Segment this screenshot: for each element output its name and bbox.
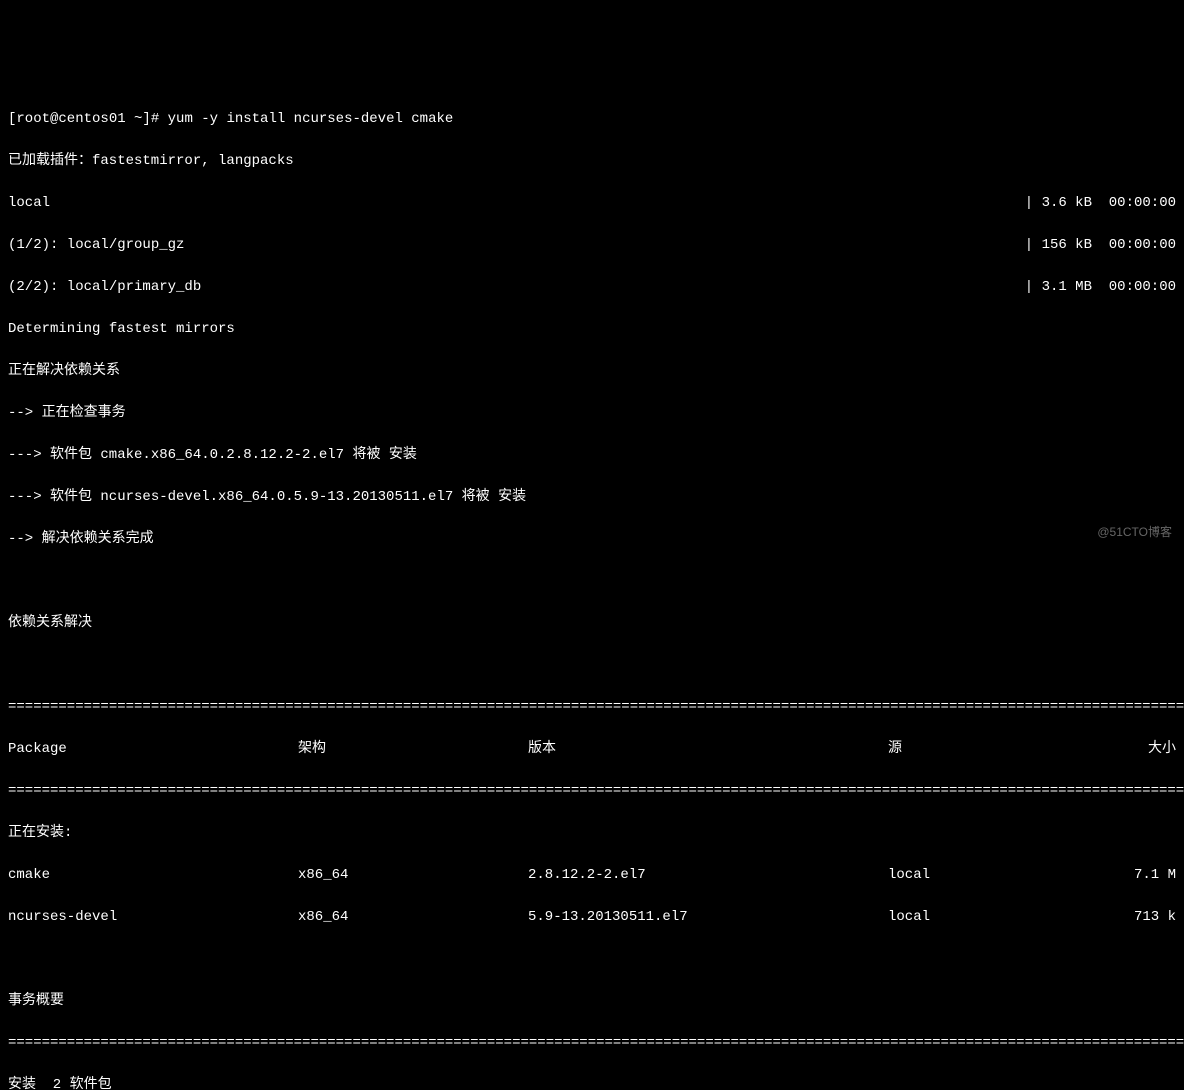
deps-pkg2: ---> 软件包 ncurses-devel.x86_64.0.5.9-13.2…: [8, 487, 1176, 508]
deps-done: --> 解决依赖关系完成: [8, 529, 1176, 550]
blank-line: [8, 571, 1176, 592]
cell-size: 7.1 M: [1134, 865, 1176, 886]
repo-line-1: (1/2): local/group_gz | 156 kB 00:00:00: [8, 235, 1176, 256]
cell-arch: x86_64: [298, 907, 528, 928]
command-text: yum -y install ncurses-devel cmake: [168, 111, 454, 127]
col-header-arch: 架构: [298, 739, 528, 760]
watermark: @51CTO博客: [1097, 523, 1172, 541]
plugins-line: 已加载插件：fastestmirror, langpacks: [8, 151, 1176, 172]
col-header-size: 大小: [1148, 739, 1176, 760]
summary-label: 事务概要: [8, 991, 1176, 1012]
col-header-repo: 源: [888, 739, 1068, 760]
table-header-row: Package架构版本源 大小: [8, 739, 1176, 760]
col-header-package: Package: [8, 739, 298, 760]
cell-package: cmake: [8, 865, 298, 886]
cell-repo: local: [888, 907, 1068, 928]
separator-double: ========================================…: [8, 697, 1176, 718]
mirrors-line: Determining fastest mirrors: [8, 319, 1176, 340]
cell-size: 713 k: [1134, 907, 1176, 928]
install-summary: 安装 2 软件包: [8, 1075, 1176, 1090]
repo-line-0: local | 3.6 kB 00:00:00: [8, 193, 1176, 214]
repo-line-2: (2/2): local/primary_db | 3.1 MB 00:00:00: [8, 277, 1176, 298]
cell-version: 5.9-13.20130511.el7: [528, 907, 888, 928]
col-header-version: 版本: [528, 739, 888, 760]
deps-resolving: 正在解决依赖关系: [8, 361, 1176, 382]
table-row: ncurses-develx86_645.9-13.20130511.el7lo…: [8, 907, 1176, 928]
blank-line: [8, 949, 1176, 970]
repo-name: (1/2): local/group_gz: [8, 235, 184, 256]
cell-version: 2.8.12.2-2.el7: [528, 865, 888, 886]
blank-line: [8, 655, 1176, 676]
repo-name: local: [8, 193, 50, 214]
terminal[interactable]: [root@centos01 ~]# yum -y install ncurse…: [8, 88, 1176, 1090]
separator-double: ========================================…: [8, 1033, 1176, 1054]
prompt-line: [root@centos01 ~]# yum -y install ncurse…: [8, 109, 1176, 130]
repo-stats: | 156 kB 00:00:00: [1025, 235, 1176, 256]
separator-double: ========================================…: [8, 781, 1176, 802]
table-row: cmakex86_642.8.12.2-2.el7local 7.1 M: [8, 865, 1176, 886]
repo-stats: | 3.1 MB 00:00:00: [1025, 277, 1176, 298]
cell-arch: x86_64: [298, 865, 528, 886]
repo-stats: | 3.6 kB 00:00:00: [1025, 193, 1176, 214]
deps-resolved-header: 依赖关系解决: [8, 613, 1176, 634]
deps-checking: --> 正在检查事务: [8, 403, 1176, 424]
cell-package: ncurses-devel: [8, 907, 298, 928]
cell-repo: local: [888, 865, 1068, 886]
repo-name: (2/2): local/primary_db: [8, 277, 201, 298]
installing-label: 正在安装:: [8, 823, 1176, 844]
shell-prompt: [root@centos01 ~]#: [8, 111, 168, 127]
deps-pkg1: ---> 软件包 cmake.x86_64.0.2.8.12.2-2.el7 将…: [8, 445, 1176, 466]
